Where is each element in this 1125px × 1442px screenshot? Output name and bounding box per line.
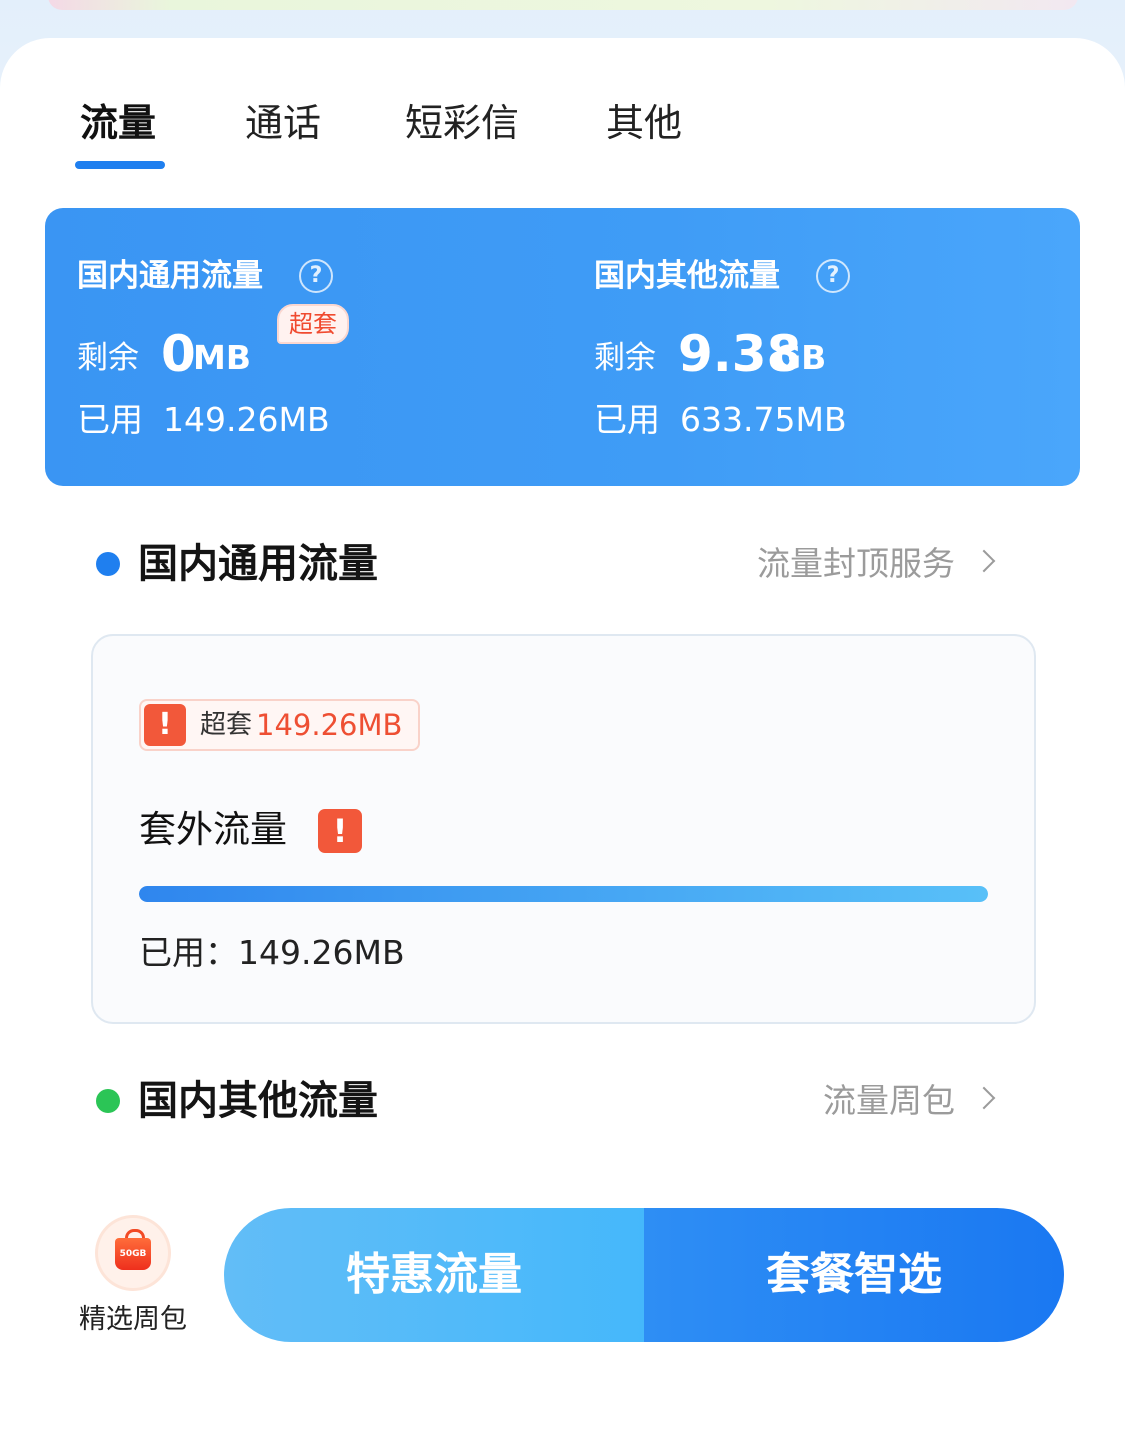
chevron-right-icon[interactable] (972, 1086, 996, 1110)
blue-dot-icon (96, 552, 120, 576)
usage-progress-bar (139, 886, 988, 902)
over-quota-badge: 超套 (277, 304, 349, 344)
usage-card: 流量 通话 短彩信 其他 国内通用流量 ? 剩余 0 MB 超套 已用 149.2… (0, 38, 1125, 1168)
used-amount-text: 已用：149.26MB (139, 933, 405, 972)
tab-bar: 流量 通话 短彩信 其他 (0, 38, 1125, 188)
green-dot-icon (96, 1089, 120, 1113)
warning-icon[interactable]: ! (318, 809, 362, 853)
tab-sms-mms[interactable]: 短彩信 (405, 100, 519, 146)
chevron-right-icon[interactable] (972, 549, 996, 573)
general-data-title: 国内通用流量 (77, 258, 263, 294)
tab-other[interactable]: 其他 (606, 100, 682, 146)
overflow-tag: ! 超套 149.26MB (139, 699, 421, 751)
remaining-unit: GB (774, 338, 827, 377)
used-value: 149.26MB (163, 400, 330, 439)
data-summary-panel: 国内通用流量 ? 剩余 0 MB 超套 已用 149.26MB 国内其他流量 ? … (45, 208, 1080, 486)
data-cap-service-link[interactable]: 流量封顶服务 (757, 542, 955, 586)
overflow-label: 超套 (200, 710, 253, 740)
active-tab-indicator (75, 161, 165, 169)
other-data-section-header: 国内其他流量 流量周包 (0, 1071, 1125, 1131)
general-used: 已用 149.26MB (77, 400, 330, 440)
remaining-unit: MB (193, 338, 251, 377)
data-detail-card: ! 超套 149.26MB 套外流量 ! 已用：149.26MB (91, 634, 1036, 1024)
tab-calls[interactable]: 通话 (245, 100, 321, 146)
general-data-section-header: 国内通用流量 流量封顶服务 (0, 534, 1125, 594)
remaining-value: 0 (161, 325, 196, 383)
top-banner[interactable] (48, 0, 1078, 10)
used-label: 已用 (594, 400, 660, 439)
remaining-label: 剩余 (77, 340, 139, 376)
bag-body: 50GB (115, 1238, 151, 1270)
usage-progress-fill (139, 886, 988, 902)
used-label: 已用 (77, 400, 143, 439)
other-data-summary[interactable]: 国内其他流量 ? 剩余 9.38 GB 已用 633.75MB (594, 208, 1064, 486)
warning-icon: ! (144, 704, 186, 746)
plan-selection-button[interactable]: 套餐智选 (644, 1208, 1064, 1342)
remaining-label: 剩余 (594, 340, 656, 376)
general-data-summary[interactable]: 国内通用流量 ? 剩余 0 MB 超套 已用 149.26MB (77, 208, 557, 486)
weekly-data-pack-link[interactable]: 流量周包 (823, 1079, 955, 1123)
help-icon[interactable]: ? (299, 259, 333, 293)
used-value: 633.75MB (680, 400, 847, 439)
tab-data[interactable]: 流量 (80, 100, 156, 146)
bottom-action-bar: 50GB 精选周包 特惠流量 套餐智选 (0, 1168, 1125, 1442)
weekly-pack-label: 精选周包 (79, 1304, 187, 1335)
section-title: 国内通用流量 (138, 541, 378, 587)
cta-group: 特惠流量 套餐智选 (224, 1208, 1064, 1342)
other-data-title: 国内其他流量 (594, 258, 780, 294)
help-icon[interactable]: ? (816, 259, 850, 293)
special-data-offer-button[interactable]: 特惠流量 (224, 1208, 644, 1342)
other-used: 已用 633.75MB (594, 400, 847, 440)
shopping-bag-icon: 50GB (98, 1218, 168, 1288)
extra-data-title: 套外流量 (139, 808, 287, 851)
overflow-value: 149.26MB (256, 708, 403, 742)
selected-weekly-pack-button[interactable]: 50GB 精选周包 (66, 1218, 200, 1338)
section-title: 国内其他流量 (138, 1078, 378, 1124)
